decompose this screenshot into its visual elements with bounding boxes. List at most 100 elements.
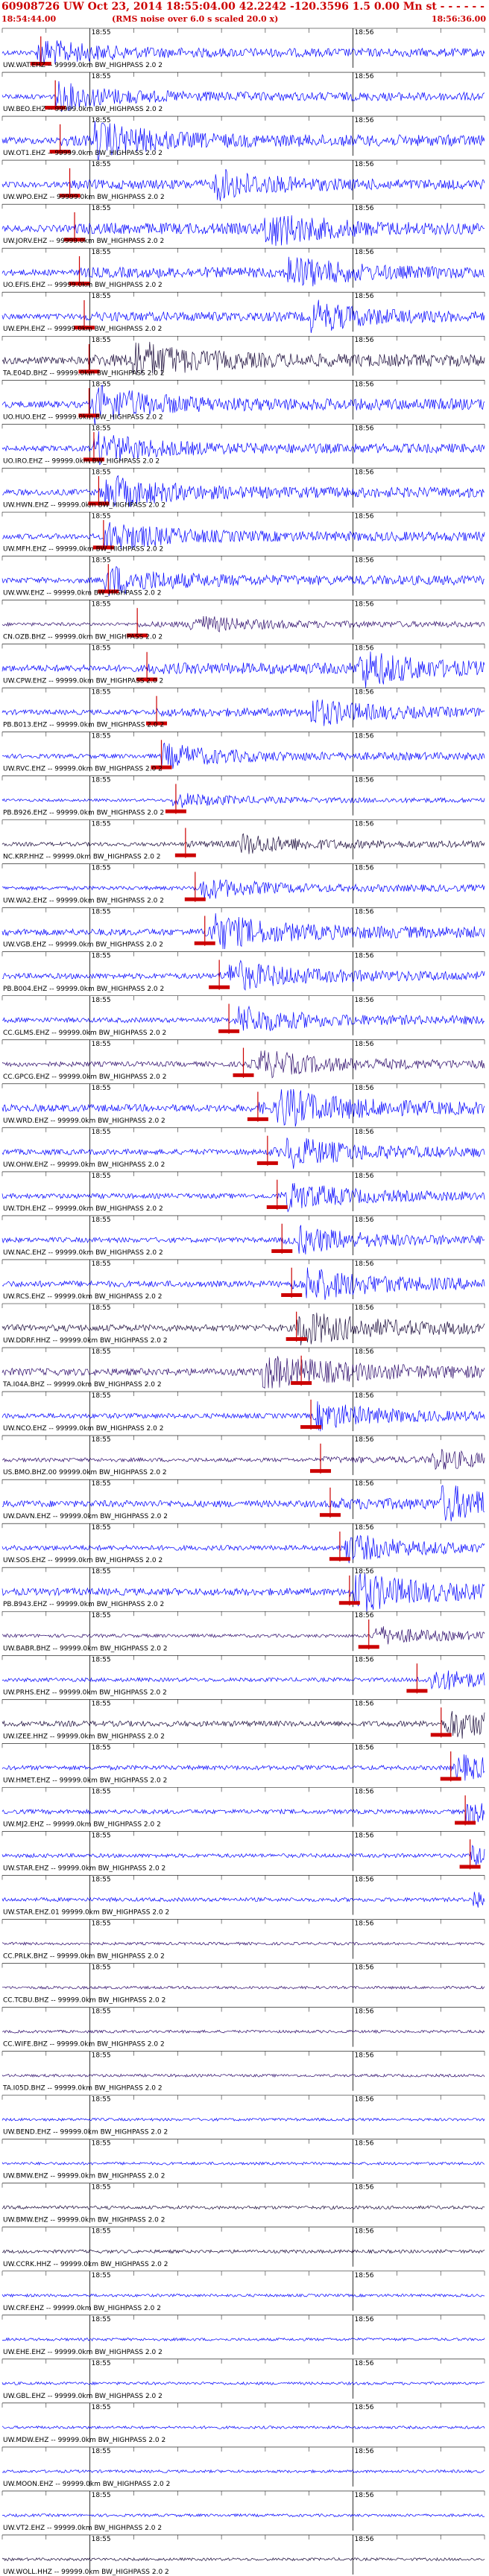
waveform (1, 2029, 485, 2034)
tick-label: 18:56 (355, 425, 374, 432)
channel-label: PB.B943.EHZ -- 99999.0km BW_HIGHPASS 2.0… (3, 1601, 164, 1608)
pick-marker (291, 1355, 312, 1386)
pick-marker (209, 959, 230, 990)
waveform (1, 2469, 485, 2474)
tick-label: 18:56 (355, 1788, 374, 1795)
tick-label: 18:55 (92, 2404, 111, 2411)
channel-label: UW.TDH.EHZ -- 99999.0km BW_HIGHPASS 2.0 … (3, 1205, 163, 1213)
waveform (1, 1844, 485, 1866)
trace-9: 18:55 18:56 UO.IRO.EHZ -- 99999.0km BW_HIG… (1, 424, 485, 466)
channel-label: CC.GPCG.EHZ -- 99999.0km BW_HIGHPASS 2.0… (3, 1073, 166, 1081)
waveform (1, 2117, 485, 2122)
channel-label: PB.B926.EHZ -- 99999.0km BW_HIGHPASS 2.0… (3, 810, 164, 817)
tick-label: 18:55 (92, 1085, 111, 1092)
channel-label: UW.RVC.EHZ -- 99999.0km BW_HIGHPASS 2.0 … (3, 766, 163, 773)
trace-6: 18:55 18:56 UW.EPH.EHZ -- 99999.0km BW_HIG… (1, 291, 485, 333)
trace-17: 18:55 18:56 PB.B926.EHZ -- 99999.0km BW_HI… (1, 775, 485, 817)
pick-marker (430, 1707, 452, 1738)
tick-label: 18:55 (92, 1700, 111, 1707)
trace-44: 18:55 18:56 CC.TCBU.BHZ -- 99999.0km BW_HI… (1, 1963, 485, 2005)
tick-label: 18:56 (355, 1216, 374, 1224)
tick-label: 18:56 (355, 1348, 374, 1356)
trace-43: 18:55 18:56 CC.PRLK.BHZ -- 99999.0km BW_HI… (1, 1919, 485, 1961)
tick-label: 18:56 (355, 1832, 374, 1839)
trace-2: 18:55 18:56 UW.OT1.EHZ -- 99999.0km BW_HIG… (1, 115, 485, 160)
channel-label: NC.KRP.HHZ -- 99999.0km BW_HIGHPASS 2.0 … (3, 854, 161, 861)
channel-label: UW.PRHS.EHZ -- 99999.0km BW_HIGHPASS 2.0… (3, 1689, 167, 1696)
tick-label: 18:55 (92, 469, 111, 476)
channel-label: UW.DAVN.EHZ -- 99999.0km BW_HIGHPASS 2.0… (3, 1513, 168, 1520)
tick-label: 18:55 (92, 2228, 111, 2236)
tick-label: 18:55 (92, 1129, 111, 1136)
channel-label: UW.WAT.EHZ -- 99999.0km BW_HIGHPASS 2.0 … (3, 62, 163, 69)
trace-41: 18:55 18:56 UW.STAR.EHZ -- 99999.0km BW_HI… (1, 1831, 485, 1872)
trace-26: 18:55 18:56 UW.TDH.EHZ -- 99999.0km BW_HIG… (1, 1171, 485, 1213)
trace-48: 18:55 18:56 UW.BMW.EHZ -- 99999.0km BW_HIG… (1, 2139, 485, 2180)
channel-label: TA.I04A.BHZ -- 99999.0km BW_HIGHPASS 2.0… (2, 1381, 162, 1389)
tick-label: 18:55 (92, 1304, 111, 1312)
channel-label: UW.WW.EHZ -- 99999.0km BW_HIGHPASS 2.0 2 (3, 589, 161, 597)
pick-marker (194, 916, 215, 946)
trace-31: 18:55 18:56 UW.NCO.EHZ -- 99999.0km BW_HIG… (1, 1391, 485, 1433)
channel-label: TA.I05D.BHZ -- 99999.0km BW_HIGHPASS 2.0… (2, 2085, 163, 2093)
trace-49: 18:55 18:56 UW.BMW.EHZ -- 99999.0km BW_HIG… (1, 2183, 485, 2224)
channel-label: UW.SOS.EHZ -- 99999.0km BW_HIGHPASS 2.0 … (3, 1557, 163, 1564)
trace-13: 18:55 18:56 CN.OZB.BHZ -- 99999.0km BW_HIG… (1, 600, 485, 641)
tick-label: 18:55 (92, 733, 111, 740)
tick-label: 18:55 (92, 1568, 111, 1576)
tick-label: 18:55 (92, 2052, 111, 2060)
trace-18: 18:55 18:56 NC.KRP.HHZ -- 99999.0km BW_HIG… (1, 819, 485, 861)
tick-label: 18:55 (92, 2316, 111, 2323)
channel-label: CC.PRLK.BHZ -- 99999.0km BW_HIGHPASS 2.0… (3, 1953, 165, 1961)
channel-label: UO.EFIS.EHZ -- 99999.0km BW_HIGHPASS 2.0… (3, 282, 163, 289)
channel-label: UW.EHE.EHZ -- 99999.0km BW_HIGHPASS 2.0 … (3, 2349, 163, 2356)
tick-label: 18:55 (92, 556, 111, 564)
trace-8: 18:55 18:56 UO.HUO.EHZ -- 99999.0km BW_HIG… (1, 379, 485, 425)
trace-53: 18:55 18:56 UW.GBL.EHZ -- 99999.0km BW_HIG… (1, 2358, 485, 2400)
tick-label: 18:56 (355, 249, 374, 256)
tick-label: 18:56 (355, 1085, 374, 1092)
trace-24: 18:55 18:56 UW.WRD.EHZ -- 99999.0km BW_HIG… (1, 1083, 485, 1127)
channel-label: UW.BMW.EHZ -- 99999.0km BW_HIGHPASS 2.0 … (3, 2173, 165, 2180)
trace-15: 18:55 18:56 PB.B013.EHZ -- 99999.0km BW_HI… (1, 688, 485, 729)
tick-label: 18:55 (92, 689, 111, 697)
trace-39: 18:55 18:56 UW.HMET.EHZ -- 99999.0km BW_HI… (1, 1743, 485, 1784)
trace-57: 18:55 18:56 UW.WOLL.HHZ -- 99999.0km BW_HI… (1, 2534, 485, 2576)
tick-label: 18:56 (355, 689, 374, 697)
tick-label: 18:55 (92, 1216, 111, 1224)
channel-label: UW.GBL.EHZ -- 99999.0km BW_HIGHPASS 2.0 … (3, 2393, 163, 2400)
tick-label: 18:56 (355, 733, 374, 740)
tick-label: 18:56 (355, 2316, 374, 2323)
trace-20: 18:55 18:56 UW.VGB.EHZ -- 99999.0km BW_HIG… (1, 907, 485, 950)
tick-label: 18:55 (92, 1876, 111, 1883)
channel-label: UW.MOON.EHZ -- 99999.0km BW_HIGHPASS 2.0… (3, 2481, 170, 2488)
waveform (1, 1626, 485, 1645)
tick-label: 18:55 (92, 117, 111, 124)
tick-label: 18:55 (92, 821, 111, 828)
tick-label: 18:55 (92, 2448, 111, 2455)
event-title: 60908726 UW Oct 23, 2014 18:55:04.00 42.… (1, 1, 489, 13)
trace-42: 18:55 18:56 UW.STAR.EHZ.01 99999.0km BW_HI… (1, 1875, 485, 1916)
trace-5: 18:55 18:56 UO.EFIS.EHZ -- 99999.0km BW_HI… (1, 247, 485, 289)
trace-16: 18:55 18:56 UW.RVC.EHZ -- 99999.0km BW_HIG… (1, 732, 485, 773)
trace-10: 18:55 18:56 UW.HWN.EHZ -- 99999.0km BW_HIG… (1, 468, 485, 509)
tick-label: 18:55 (92, 1173, 111, 1180)
waveform (1, 833, 485, 854)
tick-label: 18:56 (355, 556, 374, 564)
trace-11: 18:55 18:56 UW.MFH.EHZ -- 99999.0km BW_HIG… (1, 512, 485, 553)
waveform (1, 2293, 485, 2298)
channel-label: UW.WA2.EHZ -- 99999.0km BW_HIGHPASS 2.0 … (3, 898, 164, 905)
tick-label: 18:56 (355, 777, 374, 784)
trace-47: 18:55 18:56 UW.BEND.EHZ -- 99999.0km BW_HI… (1, 2095, 485, 2136)
channel-label: PB.B004.EHZ -- 99999.0km BW_HIGHPASS 2.0… (3, 986, 164, 993)
tick-label: 18:56 (355, 73, 374, 80)
trace-45: 18:55 18:56 CC.WIFE.BHZ -- 99999.0km BW_HI… (1, 2007, 485, 2049)
trace-29: 18:55 18:56 UW.DDRF.HHZ -- 99999.0km BW_HI… (1, 1303, 485, 1345)
tick-label: 18:55 (92, 777, 111, 784)
tick-label: 18:55 (92, 425, 111, 432)
channel-label: CN.OZB.BHZ -- 99999.0km BW_HIGHPASS 2.0 … (3, 633, 163, 641)
tick-label: 18:56 (355, 2360, 374, 2367)
waveform (1, 793, 485, 808)
tick-label: 18:56 (355, 821, 374, 828)
channel-label: UW.NAC.EHZ -- 99999.0km BW_HIGHPASS 2.0 … (3, 1249, 163, 1257)
